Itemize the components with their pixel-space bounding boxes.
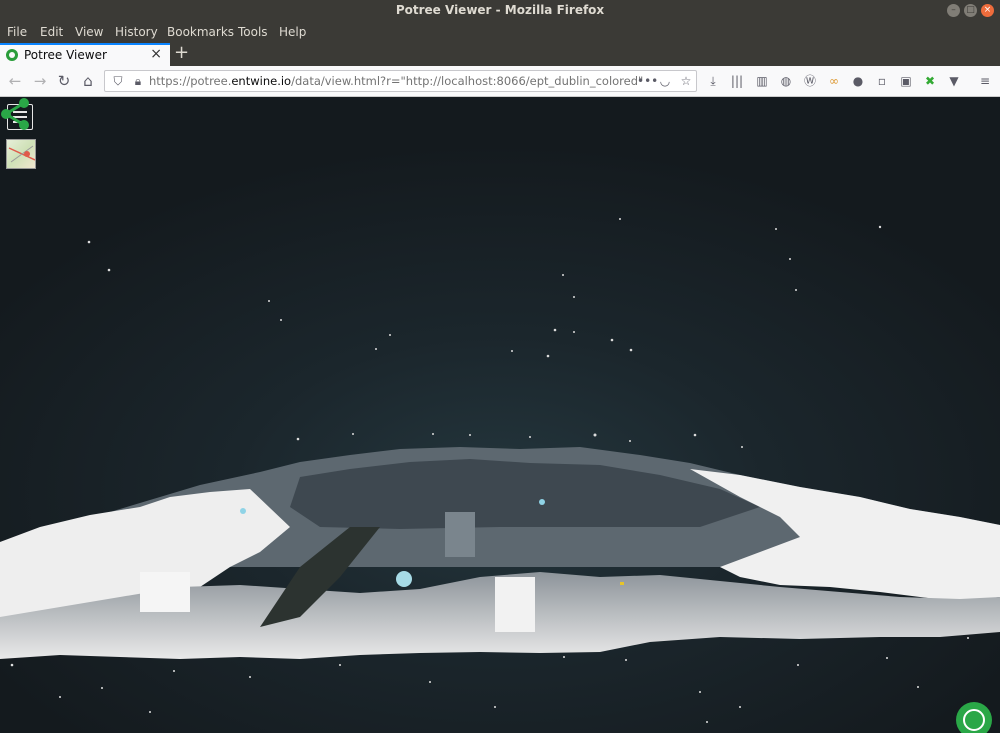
point-cloud-scene (0, 218, 1000, 723)
globe-extension-icon[interactable]: ◍ (779, 74, 793, 88)
library-icon[interactable]: ||| (730, 74, 744, 88)
cyan-dome (396, 571, 412, 587)
yellow-point (620, 582, 624, 585)
forward-arrow-icon[interactable]: → (32, 73, 48, 89)
menu-history[interactable]: History (115, 25, 158, 39)
potree-render-area[interactable] (0, 97, 1000, 733)
blank-extension-icon[interactable]: ▫ (875, 74, 889, 88)
url-text[interactable]: https://potree.entwine.io/data/view.html… (149, 74, 643, 88)
menu-bar: File Edit View History Bookmarks Tools H… (0, 22, 1000, 43)
star-icon[interactable]: ☆ (679, 74, 693, 88)
minimize-button[interactable]: – (947, 4, 960, 17)
close-window-button[interactable]: × (981, 4, 994, 17)
tab-close-icon[interactable]: × (150, 46, 162, 62)
window-titlebar: Potree Viewer - Mozilla Firefox – □ × (0, 0, 1000, 22)
map-toggle-button[interactable] (6, 139, 36, 169)
window-controls: – □ × (947, 4, 994, 17)
pocket-icon[interactable]: ◡ (658, 74, 672, 88)
cyan-spire (539, 499, 545, 505)
new-tab-button[interactable]: + (174, 43, 189, 63)
menu-view[interactable]: View (75, 25, 103, 39)
menu-help[interactable]: Help (279, 25, 306, 39)
potree-favicon-icon (6, 49, 18, 61)
download-icon[interactable]: ⤓ (706, 74, 720, 88)
potree-logo[interactable] (956, 702, 992, 733)
color-extension-icon[interactable]: ∞ (827, 74, 841, 88)
menu-bookmarks[interactable]: Bookmarks (167, 25, 234, 39)
sidebar-icon[interactable]: ▥ (755, 74, 769, 88)
more-dots-icon[interactable]: ••• (637, 74, 658, 88)
maximize-button[interactable]: □ (964, 4, 977, 17)
home-icon[interactable]: ⌂ (80, 73, 96, 89)
back-arrow-icon[interactable]: ← (7, 73, 23, 89)
tab-label: Potree Viewer (24, 48, 107, 62)
rotunda-building (140, 572, 190, 612)
tab-strip: Potree Viewer × + (0, 43, 1000, 66)
reload-icon[interactable]: ↻ (56, 73, 72, 89)
share-icon[interactable] (0, 97, 32, 131)
wordpress-extension-icon[interactable]: Ⓦ (803, 74, 817, 88)
cyan-point (240, 508, 246, 514)
menu-file[interactable]: File (7, 25, 27, 39)
map-thumbnail-icon (8, 145, 35, 163)
selenium-extension-icon[interactable]: ▣ (899, 74, 913, 88)
tab-potree-viewer[interactable]: Potree Viewer × (0, 43, 170, 66)
menu-tools[interactable]: Tools (238, 25, 268, 39)
central-block (495, 577, 535, 632)
puzzle-extension-icon[interactable]: ✖ (923, 74, 937, 88)
menu-edit[interactable]: Edit (40, 25, 63, 39)
hamburger-icon[interactable]: ≡ (978, 74, 992, 88)
navigation-bar: ← → ↻ ⌂ ⛉ 🔒︎ https://potree.entwine.io/d… (0, 66, 1000, 97)
window-title: Potree Viewer - Mozilla Firefox (395, 3, 605, 17)
lock-icon[interactable]: 🔒︎ (131, 74, 145, 88)
vpn-extension-icon[interactable]: ▼ (947, 74, 961, 88)
tower-block (445, 512, 475, 557)
account-extension-icon[interactable]: ● (851, 74, 865, 88)
outlier-points (87, 218, 882, 448)
address-bar[interactable]: ⛉ 🔒︎ https://potree.entwine.io/data/view… (104, 70, 697, 92)
shield-icon[interactable]: ⛉ (111, 74, 125, 88)
